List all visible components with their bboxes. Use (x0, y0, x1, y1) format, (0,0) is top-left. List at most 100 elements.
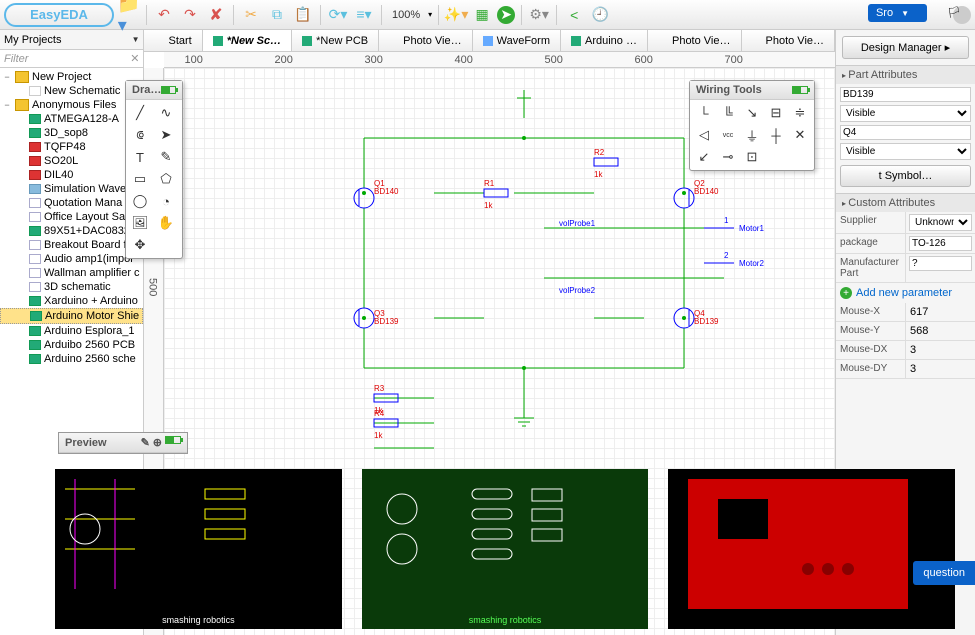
tree-item[interactable]: −Anonymous Files (0, 98, 143, 112)
thumbnail-2[interactable]: smashing robotics (362, 469, 649, 629)
pencil-icon[interactable]: ✎ (141, 436, 150, 449)
tree-item[interactable]: DIL40 (0, 168, 143, 182)
tree-item[interactable]: Xarduino + Arduino (0, 294, 143, 308)
wire-tool-icon[interactable]: └ (693, 103, 715, 123)
paste-icon[interactable]: 📋 (292, 4, 314, 26)
tree-item[interactable]: 3D_sop8 (0, 126, 143, 140)
pin-tool-icon[interactable]: ⊸ (717, 147, 739, 167)
gnd-tool-icon[interactable]: ⏚ (741, 125, 763, 145)
preview-panel[interactable]: Preview ✎ ⊕ (58, 432, 188, 454)
add-icon[interactable]: ⊕ (153, 436, 162, 449)
tree-item[interactable]: −New Project (0, 70, 143, 84)
tree-item[interactable]: Arduino Esplora_1 (0, 324, 143, 338)
group-tool-icon[interactable]: ⊡ (741, 147, 763, 167)
tree-item[interactable]: Arduino 2560 sche (0, 352, 143, 366)
wand-icon[interactable]: ✨▾ (445, 4, 467, 26)
tree-item[interactable]: Simulation Wave (0, 182, 143, 196)
drawing-tools-palette[interactable]: Dra… ╱ ∿ ⟃ ➤ T ✎ ▭ ⬠ ◯ ◔ 🖼 ✋ ✥ (125, 80, 183, 259)
junction-tool-icon[interactable]: ┼ (765, 125, 787, 145)
zoom-value[interactable]: 100% (388, 9, 424, 21)
ellipse-tool-icon[interactable]: ◯ (129, 191, 151, 211)
part-ref-input[interactable] (840, 125, 971, 140)
delete-icon[interactable]: ✘ (205, 4, 227, 26)
tab[interactable]: *New PCB (292, 30, 379, 51)
part-attributes-header[interactable]: Part Attributes (836, 66, 975, 84)
tab[interactable]: WaveForm (473, 30, 561, 51)
tab[interactable]: Photo Vie… (648, 30, 742, 51)
vcc-tool-icon[interactable]: vcc (717, 125, 739, 145)
svg-text:volProbe1: volProbe1 (559, 219, 596, 228)
tree-item[interactable]: 89X51+DAC0832(I (0, 224, 143, 238)
wiring-tools-palette[interactable]: Wiring Tools └ ╚ ↘ ⊟ ≑ ◁ vcc ⏚ ┼ ✕ ↙ ⊸ ⊡ (689, 80, 815, 171)
pencil-tool-icon[interactable]: ✎ (155, 147, 177, 167)
pan-tool-icon[interactable]: ✋ (155, 213, 177, 233)
undo-icon[interactable]: ↶ (153, 4, 175, 26)
tree-item[interactable]: Audio amp1(impor (0, 252, 143, 266)
tree-item[interactable]: SO20L (0, 154, 143, 168)
tab[interactable]: Photo Vie… (379, 30, 473, 51)
tree-item[interactable]: New Schematic (0, 84, 143, 98)
arc-tool-icon[interactable]: ⟃ (129, 125, 151, 145)
add-parameter-link[interactable]: Add new parameter (836, 283, 975, 303)
image-tool-icon[interactable]: 🖼 (129, 213, 151, 233)
tab[interactable]: Photo Vie… (742, 30, 836, 51)
arrow-tool-icon[interactable]: ➤ (155, 125, 177, 145)
flag-icon[interactable]: 🏳 (947, 6, 967, 22)
port-tool-icon[interactable]: ◁ (693, 125, 715, 145)
rect-tool-icon[interactable]: ▭ (129, 169, 151, 189)
svg-text:2: 2 (724, 251, 729, 260)
open-icon[interactable]: 📁▾ (118, 4, 140, 26)
redo-icon[interactable]: ↷ (179, 4, 201, 26)
thumbnail-3[interactable] (668, 469, 955, 629)
design-manager-button[interactable]: Design Manager ▸ (842, 36, 969, 59)
filter-row[interactable]: Filter✕ (0, 50, 143, 68)
tree-item[interactable]: Office Layout Sa (0, 210, 143, 224)
history-icon[interactable]: 🕘 (589, 4, 611, 26)
tree-item[interactable]: Breakout Board for (0, 238, 143, 252)
part-name-input[interactable] (840, 87, 971, 102)
tree-item[interactable]: TQFP48 (0, 140, 143, 154)
run-icon[interactable]: ➤ (497, 6, 515, 24)
copy-icon[interactable]: ⧉ (266, 4, 288, 26)
align-icon[interactable]: ≡▾ (353, 4, 375, 26)
cut-icon[interactable]: ✂ (240, 4, 262, 26)
tab[interactable]: *New Sc… (203, 30, 292, 51)
visibility-select-2[interactable]: Visible (840, 143, 971, 160)
tab-bar: Start*New Sc…*New PCBPhoto Vie…WaveFormA… (144, 30, 835, 52)
tree-item[interactable]: Arduibo 2560 PCB (0, 338, 143, 352)
question-button[interactable]: question (913, 561, 975, 585)
polygon-tool-icon[interactable]: ⬠ (155, 169, 177, 189)
probe-tool-icon[interactable]: ↙ (693, 147, 715, 167)
logo[interactable]: EasyEDA (4, 3, 114, 27)
line-tool-icon[interactable]: ╱ (129, 103, 151, 123)
text-tool-icon[interactable]: T (129, 147, 151, 167)
custom-attributes-header[interactable]: Custom Attributes (836, 194, 975, 212)
visibility-select-1[interactable]: Visible (840, 105, 971, 122)
tree-item[interactable]: Wallman amplifier c (0, 266, 143, 280)
chip-icon[interactable]: ▦ (471, 4, 493, 26)
noconnect-tool-icon[interactable]: ✕ (789, 125, 811, 145)
bus-tool-icon[interactable]: ╚ (717, 103, 739, 123)
svg-text:BD139: BD139 (374, 317, 399, 326)
svg-text:BD140: BD140 (374, 187, 399, 196)
bezier-tool-icon[interactable]: ∿ (155, 103, 177, 123)
user-menu[interactable]: Sro (868, 4, 927, 22)
share-icon[interactable]: < (563, 4, 585, 26)
svg-text:R2: R2 (594, 148, 605, 157)
busentry-tool-icon[interactable]: ↘ (741, 103, 763, 123)
ruler-horizontal: 100200300400500600700 (164, 52, 835, 68)
tree-item[interactable]: Arduino Motor Shie (0, 308, 143, 324)
move-tool-icon[interactable]: ✥ (129, 235, 151, 255)
thumbnail-1[interactable]: smashing robotics (55, 469, 342, 629)
tab[interactable]: Start (144, 30, 202, 51)
symbol-button[interactable]: t Symbol… (840, 165, 971, 187)
tab[interactable]: Arduino … (561, 30, 648, 51)
tree-item[interactable]: 3D schematic (0, 280, 143, 294)
pie-tool-icon[interactable]: ◔ (155, 191, 177, 211)
netlabel-tool-icon[interactable]: ⊟ (765, 103, 787, 123)
tree-item[interactable]: ATMEGA128-A (0, 112, 143, 126)
tree-item[interactable]: Quotation Mana (0, 196, 143, 210)
rotate-icon[interactable]: ⟳▾ (327, 4, 349, 26)
settings-icon[interactable]: ⚙▾ (528, 4, 550, 26)
netflag-tool-icon[interactable]: ≑ (789, 103, 811, 123)
